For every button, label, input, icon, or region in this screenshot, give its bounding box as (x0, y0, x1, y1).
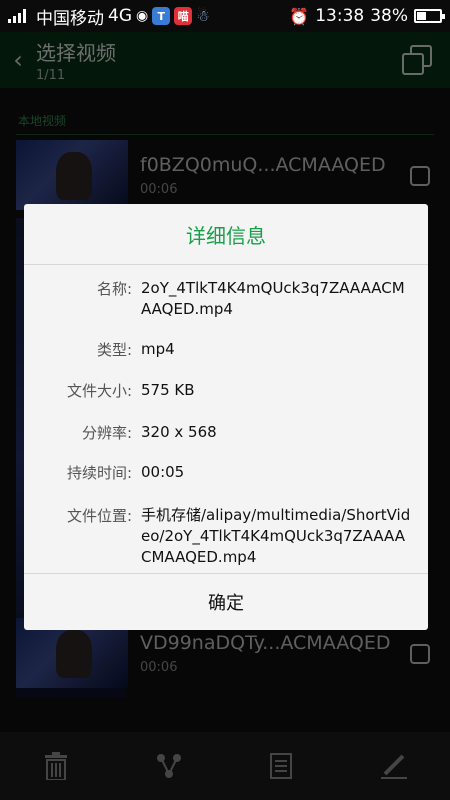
confirm-button[interactable]: 确定 (24, 573, 428, 630)
battery-percent: 38% (370, 6, 408, 26)
qq-icon: ☃ (196, 7, 210, 25)
alarm-icon: ⏰ (289, 6, 310, 26)
detail-label: 类型: (96, 341, 132, 359)
wifi-icon: ◉ (136, 8, 149, 24)
detail-label: 文件位置: (66, 507, 132, 525)
dialog-title: 详细信息 (186, 223, 266, 248)
detail-label: 分辨率: (81, 424, 132, 442)
detail-value: 320 x 568 (141, 423, 217, 441)
detail-value: mp4 (141, 340, 175, 358)
network-type: 4G (108, 6, 132, 26)
signal-icon (8, 9, 26, 23)
detail-label: 持续时间: (66, 464, 132, 482)
carrier-name: 中国移动 (36, 8, 104, 29)
clock: 13:38 (315, 6, 365, 26)
dialog-divider (24, 264, 428, 265)
detail-value: 00:05 (141, 463, 185, 481)
shield-app-icon: T (152, 7, 171, 25)
status-bar: 中国移动 4G ◉ T 喵 ☃ ⏰ 13:38 38% (0, 0, 450, 32)
detail-value: 手机存储/alipay/multimedia/ShortVideo/2oY_4T… (141, 506, 411, 566)
battery-icon (414, 9, 445, 23)
detail-value: 2oY_4TlkT4K4mQUck3q7ZAAAACMAAQED.mp4 (141, 279, 405, 318)
detail-label: 名称: (96, 280, 132, 298)
detail-value: 575 KB (141, 381, 195, 399)
weibo-app-icon: 喵 (174, 7, 193, 25)
detail-label: 文件大小: (66, 382, 132, 400)
details-dialog: 详细信息 名称: 2oY_4TlkT4K4mQUck3q7ZAAAACMAAQE… (24, 204, 428, 630)
